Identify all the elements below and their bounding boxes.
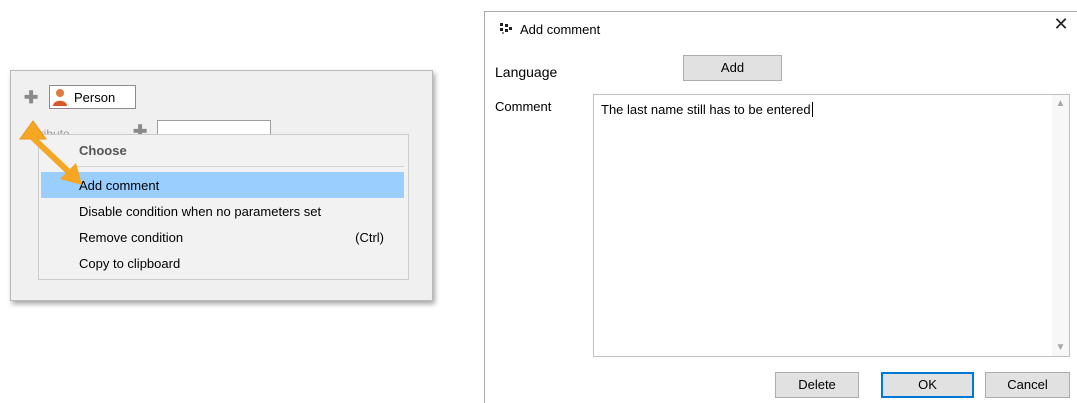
dialog-title: Add comment [520, 22, 601, 37]
person-icon [53, 89, 67, 106]
menu-item-remove-condition[interactable]: Remove condition (Ctrl) [41, 224, 404, 250]
ok-button[interactable]: OK [881, 372, 974, 398]
app-icon [500, 23, 512, 34]
scroll-up-icon[interactable]: ▲ [1052, 95, 1069, 112]
menu-item-label: Remove condition [79, 230, 184, 245]
text-caret [811, 102, 813, 117]
cancel-button[interactable]: Cancel [985, 372, 1070, 398]
menu-item-label: Copy to clipboard [79, 256, 181, 271]
language-label: Language [495, 64, 558, 80]
menu-separator [73, 166, 404, 167]
comment-label: Comment [495, 99, 552, 114]
pointer-arrow-icon [19, 120, 82, 185]
menu-item-disable-condition[interactable]: Disable condition when no parameters set [41, 198, 404, 224]
menu-item-label: Disable condition when no parameters set [79, 204, 322, 219]
comment-textarea[interactable]: The last name still has to be entered ▲ … [593, 94, 1070, 357]
close-icon[interactable]: ✕ [1051, 14, 1071, 34]
add-comment-dialog: Add comment ✕ Language Add Comment The l… [484, 11, 1077, 403]
add-language-button[interactable]: Add [683, 55, 782, 81]
delete-button[interactable]: Delete [775, 372, 859, 398]
menu-item-shortcut: (Ctrl) [355, 230, 384, 245]
scroll-down-icon[interactable]: ▼ [1052, 339, 1069, 356]
menu-item-copy-clipboard[interactable]: Copy to clipboard [41, 250, 404, 276]
vertical-scrollbar[interactable]: ▲ ▼ [1052, 95, 1069, 356]
comment-text: The last name still has to be entered [601, 102, 813, 117]
person-label: Person [74, 90, 116, 105]
plus-icon[interactable]: ✚ [24, 89, 38, 106]
person-entity-box[interactable]: Person [49, 85, 136, 109]
